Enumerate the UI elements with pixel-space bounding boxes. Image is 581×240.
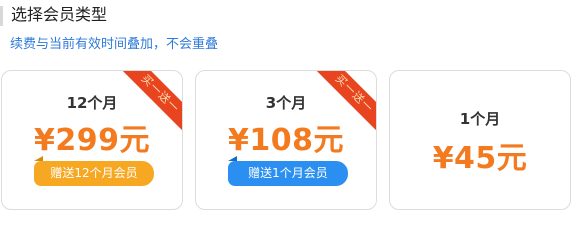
plan-duration: 3个月 xyxy=(265,94,307,112)
plan-price: ¥108元 xyxy=(228,123,344,158)
plan-card-12-months[interactable]: 买一送一 12个月 ¥299元 赠送12个月会员 xyxy=(1,70,183,210)
plan-card-3-months[interactable]: 买一送一 3个月 ¥108元 赠送1个月会员 xyxy=(195,70,377,210)
plan-price: ¥45元 xyxy=(432,141,528,176)
plan-list: 买一送一 12个月 ¥299元 赠送12个月会员 买一送一 3个月 ¥108元 … xyxy=(0,70,581,210)
gift-badge: 赠送1个月会员 xyxy=(228,156,348,186)
plan-duration: 12个月 xyxy=(66,94,118,112)
plan-price: ¥299元 xyxy=(34,123,150,158)
plan-duration: 1个月 xyxy=(459,110,501,128)
renewal-note: 续费与当前有效时间叠加，不会重叠 xyxy=(10,37,219,52)
header-accent-bar xyxy=(0,6,3,26)
page-title: 选择会员类型 xyxy=(11,5,108,24)
gift-badge: 赠送12个月会员 xyxy=(34,156,154,186)
plan-card-1-month[interactable]: 1个月 ¥45元 xyxy=(389,70,571,210)
